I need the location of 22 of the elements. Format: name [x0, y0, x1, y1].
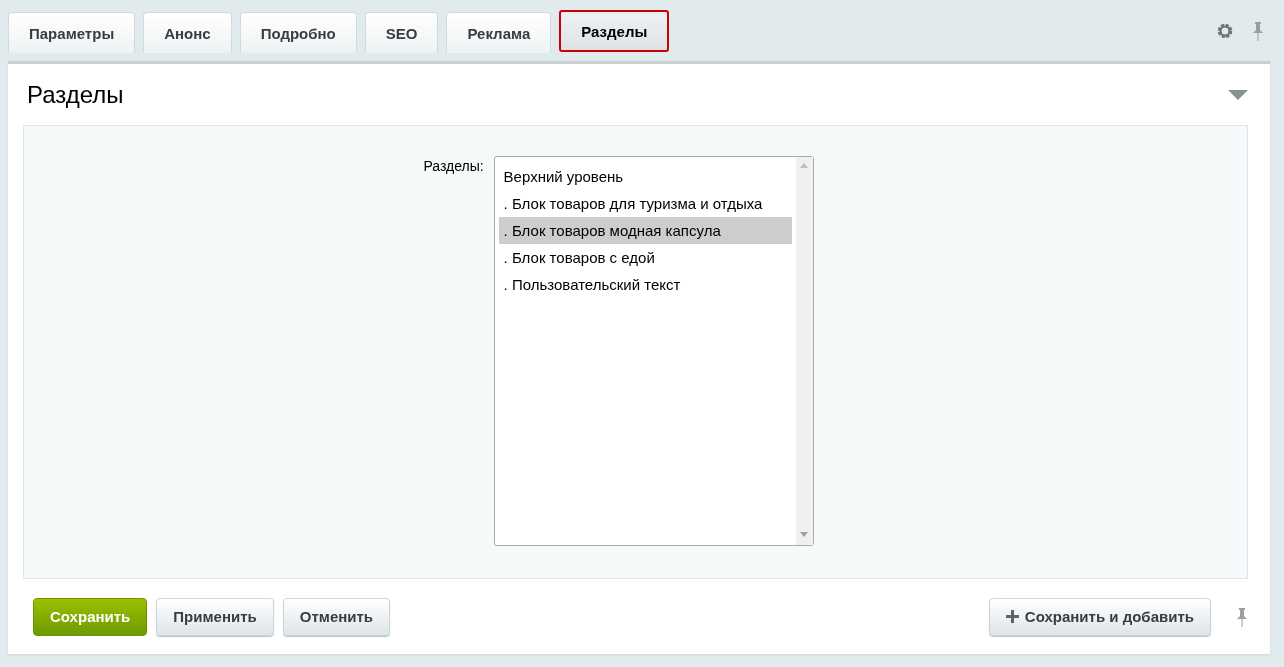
save-and-add-button[interactable]: Сохранить и добавить: [988, 597, 1211, 636]
plus-icon: [1005, 610, 1019, 623]
pin-icon[interactable]: [1236, 606, 1248, 627]
tab[interactable]: SEO: [364, 12, 439, 53]
list-option[interactable]: . Пользовательский текст: [498, 271, 792, 298]
section-title: Разделы: [27, 80, 124, 109]
form-button[interactable]: Применить: [156, 597, 274, 636]
tab[interactable]: Анонс: [143, 12, 232, 53]
pin-icon[interactable]: [1252, 20, 1264, 41]
list-option[interactable]: . Блок товаров для туризма и отдыха: [498, 190, 792, 217]
sections-listbox[interactable]: Верхний уровень . Блок товаров для туризма и отдыха . Блок товаров модная капсула . Блок товаров с едой . Пользовательский текст: [493, 156, 814, 546]
list-option[interactable]: . Блок товаров с едой: [498, 244, 792, 271]
tab[interactable]: Подробно: [239, 12, 357, 53]
form-button[interactable]: Отменить: [282, 597, 391, 636]
collapse-triangle-icon[interactable]: [1228, 89, 1248, 100]
tab[interactable]: Реклама: [446, 12, 552, 53]
list-option[interactable]: . Блок товаров модная капсула: [498, 217, 792, 244]
field-label: Разделы:: [423, 158, 484, 176]
list-option[interactable]: Верхний уровень: [498, 163, 792, 190]
settings-icon[interactable]: [1216, 21, 1234, 40]
tab[interactable]: Разделы: [559, 10, 670, 52]
tab[interactable]: Параметры: [8, 12, 136, 53]
